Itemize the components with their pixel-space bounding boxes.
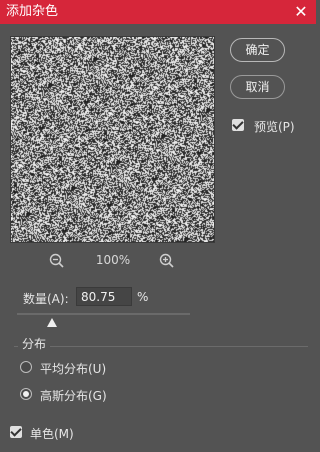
amount-slider-track[interactable] — [17, 313, 190, 315]
monochromatic-checkbox[interactable] — [10, 426, 22, 438]
zoom-controls: 100% — [48, 252, 178, 270]
amount-label: 数量(A): — [23, 292, 69, 306]
zoom-level: 100% — [95, 253, 131, 267]
zoom-in-icon[interactable] — [158, 252, 176, 270]
amount-unit: % — [137, 290, 149, 304]
gaussian-label[interactable]: 高斯分布(G) — [40, 387, 107, 404]
uniform-label[interactable]: 平均分布(U) — [40, 360, 106, 377]
distribution-legend: 分布 — [18, 335, 51, 352]
preview-checkbox[interactable] — [232, 119, 244, 131]
noise-preview-canvas — [11, 37, 214, 242]
zoom-out-icon[interactable] — [48, 252, 66, 270]
monochromatic-label[interactable]: 单色(M) — [30, 425, 74, 442]
noise-preview[interactable] — [10, 36, 215, 243]
uniform-radio[interactable] — [20, 361, 32, 373]
title-bar: 添加杂色 ✕ — [0, 0, 316, 24]
gaussian-radio[interactable] — [20, 388, 32, 400]
preview-label[interactable]: 预览(P) — [254, 118, 295, 135]
amount-input[interactable] — [76, 287, 132, 306]
window-title: 添加杂色 — [6, 4, 59, 19]
cancel-button[interactable]: 取消 — [230, 75, 285, 99]
close-icon[interactable]: ✕ — [292, 2, 310, 22]
ok-button[interactable]: 确定 — [230, 38, 285, 62]
amount-slider-thumb[interactable] — [46, 318, 57, 327]
